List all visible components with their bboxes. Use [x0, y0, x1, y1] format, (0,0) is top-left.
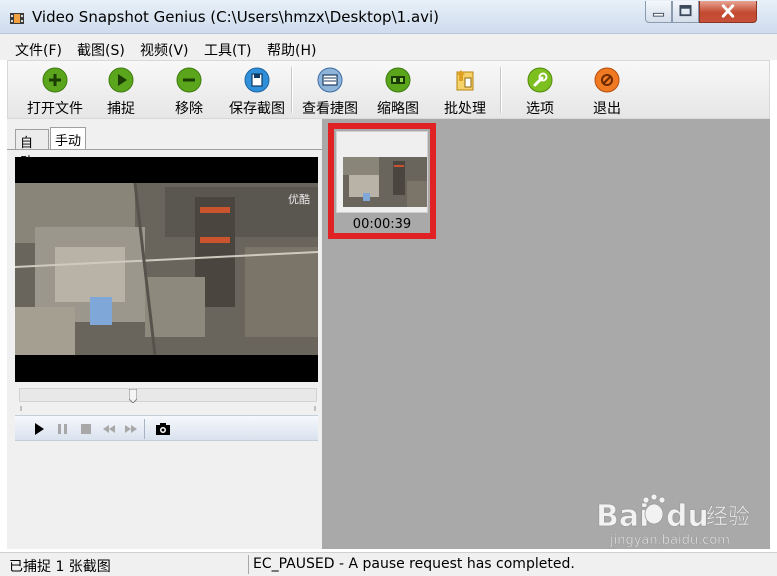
baidu-jingyan-watermark-logo: Bai du 经验 jingyan.baidu.com: [596, 493, 750, 548]
status-message: EC_PAUSED - A pause request has complete…: [253, 556, 575, 572]
thumbnail-label: 缩略图: [377, 101, 419, 117]
toolbar-separator: [291, 67, 293, 113]
menu-capture[interactable]: 截图(S): [77, 40, 125, 60]
open-file-label: 打开文件: [27, 101, 83, 117]
minimize-icon: [652, 12, 665, 17]
snapshot-card[interactable]: [336, 131, 428, 213]
exit-button[interactable]: 退出: [584, 65, 630, 117]
snapshot-time: 00:00:39: [352, 217, 412, 232]
view-icon: [317, 67, 343, 93]
capture-button[interactable]: 捕捉: [98, 65, 144, 117]
svg-text:du: du: [666, 499, 709, 534]
menu-tools[interactable]: 工具(T): [204, 40, 251, 60]
svg-text:Bai: Bai: [596, 499, 649, 534]
close-button[interactable]: [699, 1, 757, 23]
batch-label: 批处理: [444, 101, 486, 117]
video-preview: 优酷: [15, 157, 318, 382]
snapshot-highlight: 00:00:39: [328, 123, 436, 239]
tab-auto[interactable]: 自动: [15, 129, 49, 170]
controls-separator: [144, 419, 145, 439]
player-panel: 自动 手动 优酷: [7, 119, 322, 549]
svg-text:经验: 经验: [706, 505, 750, 530]
status-bar: 已捕捉 1 张截图 EC_PAUSED - A pause request ha…: [0, 552, 777, 576]
save-snapshot-button[interactable]: 保存截图: [222, 65, 292, 117]
close-icon: [721, 4, 735, 18]
capture-label: 捕捉: [107, 101, 135, 117]
exit-label: 退出: [593, 101, 621, 117]
toolbar: 打开文件 捕捉 移除 保存截图 查看捷图 缩略图 批处理 选项 退出: [7, 60, 770, 119]
thumbnail-button[interactable]: 缩略图: [372, 65, 424, 117]
maximize-icon: [679, 5, 692, 17]
tab-manual-label: 手动: [55, 134, 82, 149]
maximize-button[interactable]: [672, 1, 699, 23]
tab-manual[interactable]: 手动: [50, 127, 86, 149]
minimize-button[interactable]: [645, 1, 672, 23]
remove-label: 移除: [175, 101, 203, 117]
toolbar-separator: [500, 67, 502, 113]
menu-bar: 文件(F) 截图(S) 视频(V) 工具(T) 帮助(H): [0, 34, 777, 60]
menu-video[interactable]: 视频(V): [140, 40, 189, 60]
fast-forward-icon[interactable]: [123, 421, 139, 437]
playback-controls: [15, 415, 318, 441]
seek-bar[interactable]: [19, 388, 317, 403]
stop-icon[interactable]: [78, 421, 94, 437]
remove-button[interactable]: 移除: [166, 65, 212, 117]
video-frame-image: [15, 157, 318, 382]
options-button[interactable]: 选项: [517, 65, 563, 117]
camera-icon[interactable]: [155, 421, 171, 437]
status-captured-count: 已捕捉 1 张截图: [9, 559, 111, 575]
open-file-button[interactable]: 打开文件: [18, 65, 92, 117]
save-icon: [244, 67, 270, 93]
play-icon: [108, 67, 134, 93]
view-snapshot-button[interactable]: 查看捷图: [297, 65, 363, 117]
app-icon: [10, 13, 24, 24]
snapshot-panel: 00:00:39: [322, 119, 770, 549]
pause-icon[interactable]: [55, 421, 71, 437]
exit-icon: [594, 67, 620, 93]
plus-icon: [42, 67, 68, 93]
thumbnail-icon: [385, 67, 411, 93]
wrench-icon: [527, 67, 553, 93]
minus-icon: [176, 67, 202, 93]
save-snapshot-label: 保存截图: [229, 101, 285, 117]
snapshot-thumbnail[interactable]: [343, 157, 427, 207]
svg-text:jingyan.baidu.com: jingyan.baidu.com: [609, 533, 730, 548]
view-snapshot-label: 查看捷图: [302, 101, 358, 117]
title-bar: Video Snapshot Genius (C:\Users\hmzx\Des…: [0, 0, 777, 34]
seek-thumb[interactable]: [129, 389, 137, 403]
seek-ticks: [20, 406, 316, 411]
video-watermark-text: 优酷: [288, 193, 310, 206]
status-separator: [248, 555, 249, 574]
batch-button[interactable]: 批处理: [439, 65, 491, 117]
rewind-icon[interactable]: [101, 421, 117, 437]
tab-divider: [7, 149, 322, 150]
menu-file[interactable]: 文件(F): [15, 40, 62, 60]
play-icon[interactable]: [31, 421, 47, 437]
batch-icon: [456, 70, 474, 91]
options-label: 选项: [526, 101, 554, 117]
menu-help[interactable]: 帮助(H): [267, 40, 316, 60]
window-title: Video Snapshot Genius (C:\Users\hmzx\Des…: [32, 8, 440, 26]
